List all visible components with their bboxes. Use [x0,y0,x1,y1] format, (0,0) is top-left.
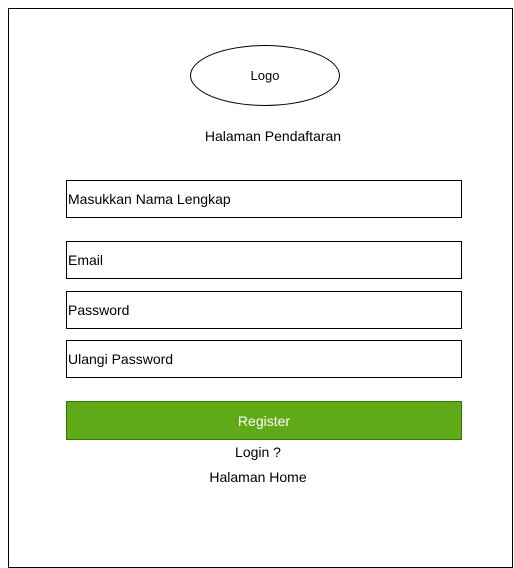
logo-label: Logo [250,68,280,83]
confirm-password-placeholder: Ulangi Password [68,351,174,367]
password-placeholder: Password [68,302,130,318]
confirm-password-field[interactable]: Ulangi Password [66,340,462,378]
email-field[interactable]: Email [66,241,462,279]
register-button[interactable]: Register [66,401,462,440]
logo: Logo [190,45,340,106]
full-name-placeholder: Masukkan Nama Lengkap [68,191,231,207]
full-name-field[interactable]: Masukkan Nama Lengkap [66,180,462,218]
register-button-label: Register [237,412,291,429]
email-placeholder: Email [68,252,104,268]
login-link[interactable]: Login ? [1,444,514,460]
password-field[interactable]: Password [66,291,462,329]
home-link[interactable]: Halaman Home [1,469,514,485]
page-title: Halaman Pendaftaran [204,128,342,144]
